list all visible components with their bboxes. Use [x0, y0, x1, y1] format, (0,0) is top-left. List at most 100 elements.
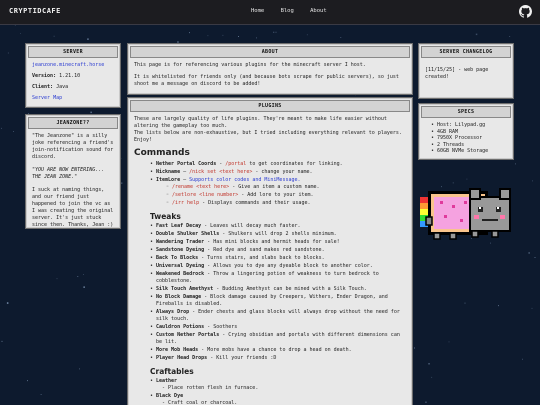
craftable-desc: - Place rotten flesh in furnace.	[162, 385, 259, 391]
changelog-panel-title: SERVER CHANGELOG	[421, 46, 511, 58]
tweak-name: Custom Nether Portals	[156, 332, 220, 338]
nav-link-blog[interactable]: Blog	[281, 8, 294, 14]
changelog-entry: [11/15/25] - web page created!	[425, 67, 489, 80]
plugins-intro-1: These are largely quality of life plugin…	[134, 116, 387, 129]
craftable-name: Black Dye	[156, 393, 184, 399]
tweak-item: Always Drop - Ender chests and glass blo…	[150, 309, 406, 323]
tweak-item: Cauldron Potions - Soothers	[150, 324, 406, 331]
tweak-name: Cauldron Potions	[156, 324, 205, 330]
tweak-name: Always Drop	[156, 309, 190, 315]
tweak-desc: - Kill your friends :D	[207, 355, 277, 361]
subcommand-item: /setlore <line number> - Add lore to you…	[166, 192, 406, 199]
tweak-desc: - More mobs have a chance to drop a head…	[198, 347, 352, 353]
tweak-item: Player Head Drops - Kill your friends :D	[150, 355, 406, 362]
tweak-desc: - Turns stairs, and slabs back to blocks…	[198, 255, 325, 261]
command-separator: —	[180, 177, 190, 183]
tweak-item: No Block Damage - Block damage caused by…	[150, 294, 406, 308]
changelog-panel: SERVER CHANGELOG [11/15/25] - web page c…	[418, 43, 514, 99]
github-icon[interactable]	[519, 5, 532, 18]
about-panel-title: ABOUT	[130, 46, 410, 58]
command-item: ItemLore — Supports color codes and Mini…	[150, 177, 406, 207]
command-desc: - change your name.	[252, 169, 313, 175]
tweak-item: Wandering Trader - Has mini blocks and h…	[150, 239, 406, 246]
command-item: Nickname — /nick set <text here> - chang…	[150, 169, 406, 176]
tweaks-list: Fast Leaf Decay - Leaves will decay much…	[150, 223, 406, 362]
spec-item: 60GB NVMe Storage	[431, 148, 507, 155]
tweak-name: More Mob Heads	[156, 347, 199, 353]
about-panel: ABOUT This page is for referencing vario…	[127, 43, 413, 95]
specs-panel-title: SPECS	[421, 106, 511, 118]
server-map-link[interactable]: Server Map	[32, 95, 62, 101]
top-navbar: CRYPTIDCAFE Home Blog About	[0, 0, 540, 25]
tweak-item: Universal Dyeing - Allows you to dye any…	[150, 263, 406, 270]
tweak-item: More Mob Heads - More mobs have a chance…	[150, 347, 406, 354]
jeanzone-panel-title: JEANZONE??	[28, 117, 118, 129]
subcommand-syntax: /rename <text here>	[172, 184, 230, 190]
commands-list: Nether Portal Coords - /portal to get co…	[150, 161, 406, 207]
tweak-item: Back To Blocks - Turns stairs, and slabs…	[150, 255, 406, 262]
server-address-link[interactable]: jeanzone.minecraft.horse	[32, 62, 104, 68]
tweak-desc: - Allows you to dye any dyeable block to…	[204, 263, 373, 269]
client-label: Client:	[32, 84, 54, 90]
craftable-item: Black Dye- Craft coal or charcoal.	[150, 393, 406, 405]
craftable-name: Leather	[156, 378, 178, 384]
craftable-desc: - Craft coal or charcoal.	[162, 400, 238, 405]
tweak-desc: - Red dye and sand makes red sandstone.	[204, 247, 325, 253]
tweak-desc: - Ender chests and glass blocks will alw…	[156, 309, 400, 322]
plugins-panel-title: PLUGINS	[130, 100, 410, 112]
subcommand-desc: - Displays commands and their usage.	[199, 200, 311, 206]
specs-panel: SPECS Host: Lilypad.gg 4GB RAM 7950X Pro…	[418, 103, 514, 160]
tweak-item: Custom Nether Portals - Crying obsidian …	[150, 332, 406, 346]
tweak-name: Silk Touch Amethyst	[156, 286, 214, 292]
about-paragraph-1: This page is for referencing various plu…	[134, 62, 366, 68]
about-paragraph-2: It is whitelisted for friends only (and …	[134, 74, 399, 87]
command-syntax: /portal	[225, 161, 247, 167]
command-name: Nether Portal Coords	[156, 161, 217, 167]
subcommand-desc: - Give an item a custom name.	[229, 184, 320, 190]
subcommand-item: /rename <text here> - Give an item a cus…	[166, 184, 406, 191]
nav-link-about[interactable]: About	[310, 8, 327, 14]
craftable-item: Leather- Place rotten flesh in furnace.	[150, 378, 406, 392]
commands-heading: Commands	[134, 148, 190, 158]
jeanzone-paragraph-1: "The Jeanzone" is a silly joke referenci…	[32, 133, 114, 160]
tweak-item: Weakened Bedrock - Throw a lingering pot…	[150, 271, 406, 285]
craftables-heading: Craftables	[150, 367, 194, 376]
tweak-name: Sandstone Dyeing	[156, 247, 205, 253]
tweak-desc: - Shulkers will drop 2 shells minimum.	[219, 231, 337, 237]
subcommand-syntax: /irr help	[172, 200, 200, 206]
tweak-name: Back To Blocks	[156, 255, 199, 261]
command-separator: —	[180, 169, 190, 175]
tweak-name: Weakened Bedrock	[156, 271, 205, 277]
nav-links: Home Blog About	[251, 8, 340, 14]
version-value: 1.21.10	[59, 73, 81, 79]
tweak-name: Fast Leaf Decay	[156, 223, 202, 229]
nav-link-home[interactable]: Home	[251, 8, 264, 14]
command-name: Nickname	[156, 169, 181, 175]
site-brand[interactable]: CRYPTIDCAFE	[9, 7, 61, 15]
command-separator: -	[216, 161, 226, 167]
command-syntax: /nick set <text here>	[189, 169, 253, 175]
tweak-desc: - Budding Amethyst can be mined with a S…	[213, 286, 367, 292]
server-panel-title: SERVER	[28, 46, 118, 58]
tweak-name: Universal Dyeing	[156, 263, 205, 269]
itemlore-subcommands: /rename <text here> - Give an item a cus…	[166, 184, 406, 207]
jeanzone-quote: "YOU ARE NOW ENTERING... THE JEAN ZONE."	[32, 167, 105, 180]
version-label: Version:	[32, 73, 57, 79]
tweak-item: Double Shulker Shells - Shulkers will dr…	[150, 231, 406, 238]
jeanzone-panel: JEANZONE?? "The Jeanzone" is a silly jok…	[25, 114, 121, 229]
server-panel: SERVER jeanzone.minecraft.horse Version:…	[25, 43, 121, 108]
tweak-item: Silk Touch Amethyst - Budding Amethyst c…	[150, 286, 406, 293]
tweak-desc: - Has mini blocks and hermit heads for s…	[204, 239, 340, 245]
plugins-panel: PLUGINS These are largely quality of lif…	[127, 97, 413, 405]
tweak-name: Double Shulker Shells	[156, 231, 220, 237]
subcommand-desc: - Add lore to your item.	[238, 192, 314, 198]
subcommand-item: /irr help - Displays commands and their …	[166, 200, 406, 207]
tweaks-heading: Tweaks	[150, 212, 181, 221]
craftables-list: Leather- Place rotten flesh in furnace.B…	[150, 378, 406, 405]
plugins-intro-2: The lists below are non-exhaustive, but …	[134, 130, 402, 143]
tweak-name: Player Head Drops	[156, 355, 208, 361]
command-desc: to get coordinates for linking.	[246, 161, 343, 167]
client-value: Java	[56, 84, 69, 90]
subcommand-syntax: /setlore <line number>	[172, 192, 239, 198]
tweak-desc: - Soothers	[204, 324, 238, 330]
